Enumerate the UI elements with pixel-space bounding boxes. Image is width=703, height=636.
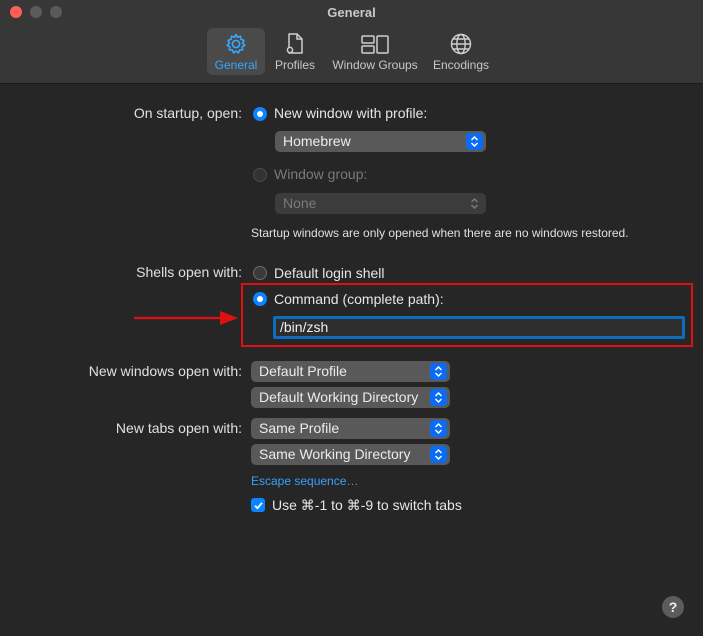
escape-sequence-link[interactable]: Escape sequence… [251,474,358,488]
tab-general[interactable]: General [207,28,265,75]
globe-icon [450,33,472,55]
startup-note: Startup windows are only opened when the… [251,226,629,240]
startup-label: On startup, open: [133,105,242,121]
checkmark-icon [253,501,263,510]
default-login-shell-label: Default login shell [274,265,385,281]
new-tabs-profile-value: Same Profile [259,420,340,436]
radio-default-login-shell[interactable] [253,266,267,280]
profile-document-icon [286,33,303,54]
switch-tabs-checkbox[interactable] [251,498,265,512]
window-title: General [327,5,376,20]
tab-encodings[interactable]: Encodings [430,28,492,75]
chevron-updown-icon [430,446,447,463]
new-windows-directory-value: Default Working Directory [259,389,419,405]
tab-encodings-label: Encodings [432,58,490,72]
tab-general-label: General [214,58,258,72]
chevron-updown-icon [466,195,483,212]
new-windows-profile-select[interactable]: Default Profile [251,361,450,382]
title-bar: General General Profiles Window Groups E… [0,0,703,84]
new-windows-profile-value: Default Profile [259,363,347,379]
chevron-updown-icon [430,389,447,406]
new-tabs-directory-select[interactable]: Same Working Directory [251,444,450,465]
new-tabs-directory-value: Same Working Directory [259,446,411,462]
radio-new-window[interactable] [253,107,267,121]
shells-label: Shells open with: [136,264,242,280]
help-button[interactable]: ? [662,596,684,618]
new-tabs-profile-select[interactable]: Same Profile [251,418,450,439]
annotation-arrow-icon [134,311,238,325]
preferences-window: General General Profiles Window Groups E… [0,0,703,636]
new-windows-label: New windows open with: [88,363,242,379]
new-windows-directory-select[interactable]: Default Working Directory [251,387,450,408]
chevron-updown-icon [466,133,483,150]
new-tabs-label: New tabs open with: [115,420,242,436]
startup-profile-select[interactable]: Homebrew [275,131,486,152]
window-group-option-label: Window group: [274,166,368,182]
window-groups-icon [361,35,389,54]
startup-profile-value: Homebrew [283,133,351,149]
annotation-highlight-box [241,283,693,347]
radio-window-group[interactable] [253,168,267,182]
tab-profiles[interactable]: Profiles [270,28,320,75]
new-window-option-label: New window with profile: [274,105,428,121]
window-group-value: None [283,195,317,211]
switch-tabs-label: Use ⌘-1 to ⌘-9 to switch tabs [272,497,462,513]
tab-window-groups-label: Window Groups [332,58,418,72]
chevron-updown-icon [430,363,447,380]
tab-profiles-label: Profiles [274,58,315,72]
chevron-updown-icon [430,420,447,437]
tab-window-groups[interactable]: Window Groups [328,28,422,75]
gear-icon [226,33,246,54]
window-group-select[interactable]: None [275,193,486,214]
